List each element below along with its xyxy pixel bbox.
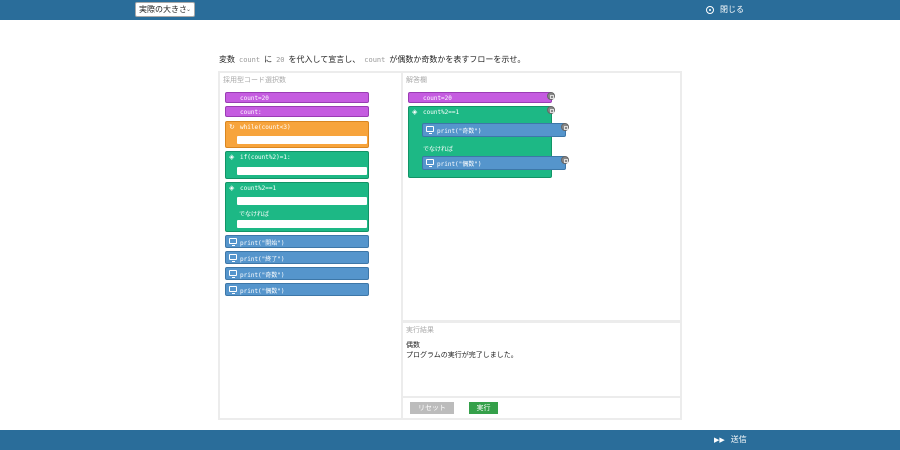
block-label: print("偶数") <box>437 161 482 168</box>
choice-panel-title: 採用型コード選択数 <box>223 76 286 84</box>
block-slot[interactable] <box>237 167 367 175</box>
answer-block-print-odd[interactable]: print("奇数") <box>422 123 566 137</box>
question-part: が偶数か奇数かを表すフローを示せ。 <box>389 55 526 64</box>
question-part: 変数 <box>219 55 235 64</box>
block-count[interactable]: count: <box>225 106 369 117</box>
block-print-odd[interactable]: print("奇数") <box>225 267 369 280</box>
block-label: print("開始") <box>240 240 285 247</box>
block-slot[interactable] <box>237 220 367 228</box>
block-while[interactable]: ↻ while(count<3) <box>225 121 369 148</box>
block-print-start[interactable]: print("開始") <box>225 235 369 248</box>
result-panel-title: 実行結果 <box>406 326 434 334</box>
block-assign-count[interactable]: count=20 <box>225 92 369 103</box>
chevron-down-icon: ⌄ <box>185 6 191 13</box>
reset-button[interactable]: リセット <box>410 402 454 414</box>
block-label: count: <box>240 109 262 116</box>
answer-block-assign-count[interactable]: count=20 <box>408 92 552 103</box>
block-if-else[interactable]: ◈ count%2==1 でなければ <box>225 182 369 232</box>
block-label: print("偶数") <box>240 288 285 295</box>
branch-icon: ◈ <box>229 184 235 192</box>
block-label: print("終了") <box>240 256 285 263</box>
fast-forward-icon: ▶▶ <box>714 436 725 444</box>
monitor-icon <box>229 238 237 246</box>
else-label: でなければ <box>239 211 270 218</box>
run-button[interactable]: 実行 <box>469 402 498 414</box>
block-label: count%2==1 <box>240 185 277 192</box>
answer-block-print-even[interactable]: print("偶数") <box>422 156 566 170</box>
block-slot[interactable] <box>237 136 367 144</box>
monitor-icon <box>229 254 237 262</box>
block-label: if(count%2)=1: <box>240 154 291 161</box>
close-label: 閉じる <box>720 5 744 14</box>
delete-icon[interactable] <box>561 123 569 131</box>
monitor-icon <box>229 270 237 278</box>
bottom-bar: ▶▶ 送信 <box>0 430 900 450</box>
monitor-icon <box>426 126 434 134</box>
zoom-select-value: 実際の大きさ <box>139 5 187 14</box>
close-circle-icon <box>706 6 714 14</box>
monitor-icon <box>426 159 434 167</box>
question-part: を代入して宣言し、 <box>288 55 361 64</box>
delete-icon[interactable] <box>547 106 555 114</box>
block-label: print("奇数") <box>240 272 285 279</box>
delete-icon[interactable] <box>561 156 569 164</box>
submit-label: 送信 <box>730 435 747 444</box>
question-part: に <box>264 55 273 64</box>
branch-icon: ◈ <box>229 153 235 161</box>
block-print-even[interactable]: print("偶数") <box>225 283 369 296</box>
block-label: count%2==1 <box>423 109 460 116</box>
block-if[interactable]: ◈ if(count%2)=1: <box>225 151 369 179</box>
zoom-select[interactable]: 実際の大きさ ⌄ <box>135 2 195 17</box>
loop-icon: ↻ <box>229 123 235 131</box>
block-print-end[interactable]: print("終了") <box>225 251 369 264</box>
block-label: while(count<3) <box>240 124 291 131</box>
close-button[interactable]: 閉じる <box>706 4 744 16</box>
result-status: プログラムの実行が完了しました。 <box>406 351 518 359</box>
block-label: count=20 <box>423 95 452 102</box>
top-bar: 実際の大きさ ⌄ 閉じる <box>0 0 900 20</box>
answer-panel-title: 解答欄 <box>406 76 427 84</box>
result-panel: 実行結果 偶数 プログラムの実行が完了しました。 <box>401 321 682 398</box>
monitor-icon <box>229 286 237 294</box>
else-label: でなければ <box>423 146 454 153</box>
block-slot[interactable] <box>237 197 367 205</box>
block-label: count=20 <box>240 95 269 102</box>
question-text: 変数 count に 20 を代入して宣言し、 count が偶数か奇数かを表すフロ… <box>219 54 525 65</box>
question-number: 20 <box>276 55 285 64</box>
app: 実際の大きさ ⌄ 閉じる 変数 count に 20 を代入して宣言し、 count… <box>0 0 900 450</box>
question-var: count <box>239 55 261 64</box>
delete-icon[interactable] <box>547 92 555 100</box>
result-output: 偶数 <box>406 341 420 349</box>
submit-button[interactable]: ▶▶ 送信 <box>714 434 747 446</box>
question-var: count <box>364 55 386 64</box>
block-label: print("奇数") <box>437 128 482 135</box>
branch-icon: ◈ <box>412 108 418 116</box>
